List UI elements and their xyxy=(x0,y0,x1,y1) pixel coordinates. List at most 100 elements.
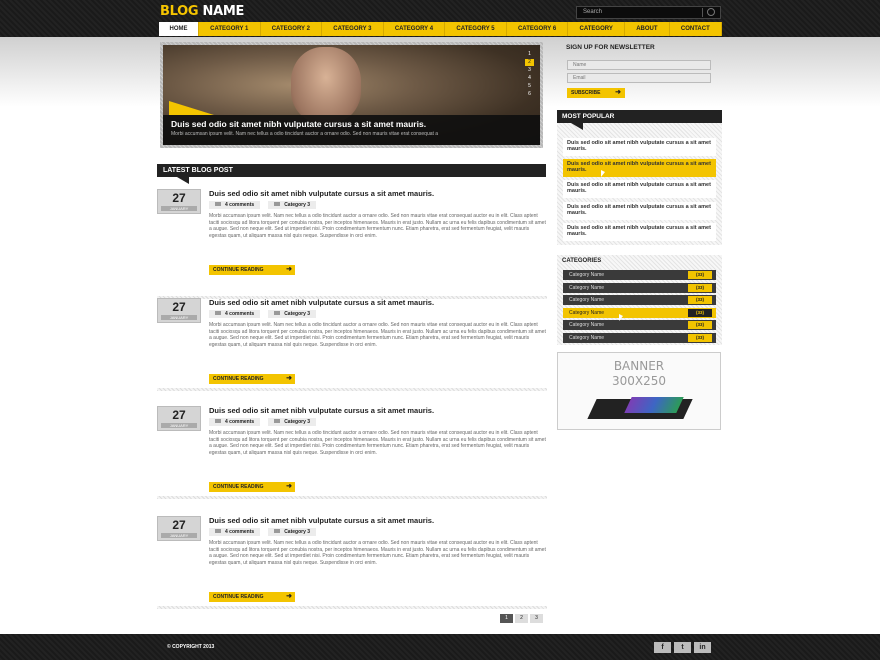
post-divider xyxy=(157,606,547,609)
post-day: 27 xyxy=(172,300,186,314)
subscribe-button[interactable]: SUBSCRIBE ➜ xyxy=(567,88,625,98)
page-link[interactable]: 2 xyxy=(515,614,528,623)
blog-post: 27 JANUARY Duis sed odio sit amet nibh vu… xyxy=(157,298,547,396)
nav-home[interactable]: HOME xyxy=(159,22,199,36)
popular-item[interactable]: Duis sed odio sit amet nibh vulputate cu… xyxy=(563,202,716,220)
post-month: JANUARY xyxy=(161,423,197,428)
post-meta: 4 comments Category 3 xyxy=(209,528,317,536)
caption-text: Morbi accumsan ipsum velit. Nam nec tell… xyxy=(171,131,439,137)
popular-heading: MOST POPULAR xyxy=(557,110,722,130)
post-title[interactable]: Duis sed odio sit amet nibh vulputate cu… xyxy=(209,189,434,198)
comments-link[interactable]: 4 comments xyxy=(209,418,261,426)
caption-title[interactable]: Duis sed odio sit amet nibh vulputate cu… xyxy=(171,119,426,129)
comments-link[interactable]: 4 comments xyxy=(209,201,261,209)
post-month: JANUARY xyxy=(161,315,197,320)
continue-reading-button[interactable]: CONTINUE READING ➜ xyxy=(209,374,295,384)
post-meta: 4 comments Category 3 xyxy=(209,418,317,426)
comments-count: 4 comments xyxy=(225,419,255,425)
category-link[interactable]: Category 3 xyxy=(268,310,317,318)
category-item[interactable]: Category Name (33) xyxy=(563,270,716,280)
slider-page[interactable]: 3 xyxy=(525,67,534,74)
popular-item[interactable]: Duis sed odio sit amet nibh vulputate cu… xyxy=(563,180,716,198)
comments-link[interactable]: 4 comments xyxy=(209,310,261,318)
popular-item[interactable]: Duis sed odio sit amet nibh vulputate cu… xyxy=(563,223,716,241)
page-link-active[interactable]: 1 xyxy=(500,614,513,623)
site-logo[interactable]: BLOG NAME xyxy=(160,4,244,19)
twitter-icon[interactable]: t xyxy=(674,642,691,653)
category-name: Category Name xyxy=(569,272,605,278)
search-icon[interactable] xyxy=(707,8,715,16)
copyright-text: © COPYRIGHT 2013 xyxy=(167,644,215,650)
popular-item-hover[interactable]: Duis sed odio sit amet nibh vulputate cu… xyxy=(563,159,716,177)
category-count: (33) xyxy=(688,334,712,342)
category-item[interactable]: Category Name (33) xyxy=(563,320,716,330)
comments-count: 4 comments xyxy=(225,311,255,317)
post-date: 27 JANUARY xyxy=(157,189,201,214)
ad-banner[interactable]: BANNER 300X250 xyxy=(557,352,721,430)
folder-icon xyxy=(274,419,281,423)
post-excerpt: Morbi accumsan ipsum velit. Nam nec tell… xyxy=(209,540,546,566)
newsletter-heading: SIGN UP FOR NEWSLETTER xyxy=(566,44,655,51)
slider-page-active[interactable]: 2 xyxy=(525,59,534,66)
continue-label: CONTINUE READING xyxy=(213,376,264,382)
category-item[interactable]: Category Name (33) xyxy=(563,333,716,343)
continue-label: CONTINUE READING xyxy=(213,594,264,600)
nav-about[interactable]: ABOUT xyxy=(625,22,670,36)
post-title[interactable]: Duis sed odio sit amet nibh vulputate cu… xyxy=(209,298,434,307)
category-name: Category Name xyxy=(569,310,605,316)
post-day: 27 xyxy=(172,518,186,532)
post-category: Category 3 xyxy=(284,529,311,535)
category-link[interactable]: Category 3 xyxy=(268,528,317,536)
nav-category[interactable]: CATEGORY xyxy=(568,22,626,36)
post-divider xyxy=(157,388,547,391)
category-item[interactable]: Category Name (33) xyxy=(563,295,716,305)
slider-page[interactable]: 4 xyxy=(525,75,534,82)
post-category: Category 3 xyxy=(284,311,311,317)
nav-category-6[interactable]: CATEGORY 6 xyxy=(507,22,569,36)
email-field[interactable]: Email xyxy=(567,73,711,83)
category-item-hover[interactable]: Category Name (33) xyxy=(563,308,716,318)
main-nav: HOME CATEGORY 1 CATEGORY 2 CATEGORY 3 CA… xyxy=(159,22,722,36)
search-input[interactable]: Search xyxy=(576,6,721,19)
category-count: (33) xyxy=(688,309,712,317)
nav-category-1[interactable]: CATEGORY 1 xyxy=(199,22,261,36)
name-field[interactable]: Name xyxy=(567,60,711,70)
comment-icon xyxy=(215,311,221,315)
category-link[interactable]: Category 3 xyxy=(268,201,317,209)
nav-category-3[interactable]: CATEGORY 3 xyxy=(322,22,384,36)
post-title[interactable]: Duis sed odio sit amet nibh vulputate cu… xyxy=(209,516,434,525)
blog-post: 27 JANUARY Duis sed odio sit amet nibh vu… xyxy=(157,516,547,614)
linkedin-icon[interactable]: in xyxy=(694,642,711,653)
post-category: Category 3 xyxy=(284,202,311,208)
continue-reading-button[interactable]: CONTINUE READING ➜ xyxy=(209,592,295,602)
category-count: (33) xyxy=(688,321,712,329)
facebook-icon[interactable]: f xyxy=(654,642,671,653)
post-month: JANUARY xyxy=(161,533,197,538)
post-month: JANUARY xyxy=(161,206,197,211)
post-excerpt: Morbi accumsan ipsum velit. Nam nec tell… xyxy=(209,430,546,456)
category-link[interactable]: Category 3 xyxy=(268,418,317,426)
nav-category-5[interactable]: CATEGORY 5 xyxy=(445,22,507,36)
slider-page[interactable]: 6 xyxy=(525,91,534,98)
post-day: 27 xyxy=(172,408,186,422)
nav-contact[interactable]: CONTACT xyxy=(670,22,722,36)
categories-widget: CATEGORIES Category Name (33) Category Na… xyxy=(557,255,722,345)
slider-page[interactable]: 1 xyxy=(525,51,534,58)
nav-category-4[interactable]: CATEGORY 4 xyxy=(384,22,446,36)
arrow-icon: ➜ xyxy=(615,89,621,96)
footer: © COPYRIGHT 2013 f t in xyxy=(0,634,880,660)
category-count: (33) xyxy=(688,284,712,292)
tablet-screen-image xyxy=(624,397,684,413)
nav-category-2[interactable]: CATEGORY 2 xyxy=(261,22,323,36)
post-title[interactable]: Duis sed odio sit amet nibh vulputate cu… xyxy=(209,406,434,415)
page-link[interactable]: 3 xyxy=(530,614,543,623)
continue-reading-button[interactable]: CONTINUE READING ➜ xyxy=(209,265,295,275)
popular-item[interactable]: Duis sed odio sit amet nibh vulputate cu… xyxy=(563,138,716,156)
search-placeholder: Search xyxy=(583,9,603,15)
featured-slider[interactable]: 1 2 3 4 5 6 Duis sed odio sit amet nibh … xyxy=(160,42,543,148)
category-item[interactable]: Category Name (33) xyxy=(563,283,716,293)
slider-page[interactable]: 5 xyxy=(525,83,534,90)
continue-reading-button[interactable]: CONTINUE READING ➜ xyxy=(209,482,295,492)
post-day: 27 xyxy=(172,191,186,205)
comments-link[interactable]: 4 comments xyxy=(209,528,261,536)
